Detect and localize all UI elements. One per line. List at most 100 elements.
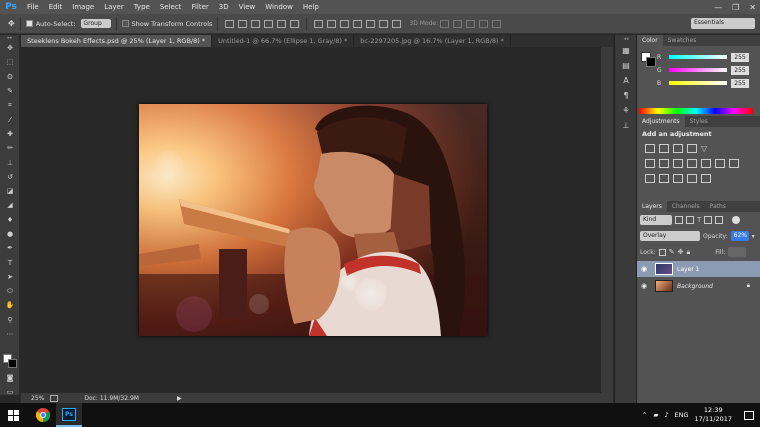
lock-position-icon[interactable]: ✥ — [678, 248, 684, 256]
history-panel-icon[interactable]: ▦ — [615, 43, 637, 58]
menu-select[interactable]: Select — [155, 0, 187, 14]
layer-row[interactable]: ◉ Background 🔒︎ — [637, 278, 760, 294]
filter-shape-icon[interactable] — [704, 216, 713, 224]
align-left-icon[interactable] — [264, 19, 274, 28]
menu-help[interactable]: Help — [298, 0, 324, 14]
brightness-contrast-icon[interactable] — [645, 144, 655, 153]
zoom-level[interactable]: 25% — [31, 395, 44, 402]
dodge-tool-icon[interactable]: ● — [0, 227, 20, 241]
more-tools-icon[interactable]: ⋯ — [0, 327, 20, 341]
clone-stamp-tool-icon[interactable]: ⊥ — [0, 155, 20, 169]
opacity-input[interactable]: 62% — [730, 231, 749, 241]
3d-pan-icon[interactable] — [466, 19, 476, 28]
pen-tool-icon[interactable]: ✒ — [0, 241, 20, 255]
properties-panel-icon[interactable]: ▤ — [615, 58, 637, 73]
photo-filter-icon[interactable] — [701, 159, 711, 168]
auto-align-icon[interactable] — [392, 19, 402, 28]
eye-icon[interactable]: ◉ — [637, 265, 651, 273]
levels-icon[interactable] — [659, 144, 669, 153]
filter-smart-object-icon[interactable] — [715, 216, 724, 224]
chrome-taskbar-button[interactable] — [30, 403, 56, 427]
threshold-icon[interactable] — [673, 174, 683, 183]
distribute-top-icon[interactable] — [314, 19, 324, 28]
layer-row[interactable]: ◉ Layer 1 — [637, 261, 760, 277]
tab-color[interactable]: Color — [637, 35, 663, 46]
align-bottom-icon[interactable] — [251, 19, 261, 28]
align-right-icon[interactable] — [290, 19, 300, 28]
layer-name[interactable]: Layer 1 — [677, 266, 699, 273]
posterize-icon[interactable] — [659, 174, 669, 183]
vibrance-icon[interactable] — [645, 159, 655, 168]
color-spectrum-bar[interactable] — [639, 108, 753, 114]
align-center-icon[interactable] — [277, 19, 287, 28]
filter-toggle-icon[interactable] — [732, 216, 741, 224]
background-color-swatch[interactable] — [8, 359, 17, 368]
gradient-map-icon[interactable] — [701, 174, 711, 183]
eyedropper-tool-icon[interactable]: ⁄ — [0, 112, 20, 126]
paint-bucket-tool-icon[interactable]: ◢ — [0, 198, 20, 212]
tab-document-3[interactable]: bc-2297205.jpg @ 16.7% (Layer 1, RGB/8) … — [354, 35, 511, 47]
tab-document-2[interactable]: Untitled-1 @ 66.7% (Ellipse 1, Gray/8) * — [212, 35, 355, 47]
volume-icon[interactable]: ♪ — [664, 411, 668, 419]
menu-view[interactable]: View — [234, 0, 261, 14]
zoom-tool-icon[interactable]: ⚲ — [0, 313, 20, 327]
paragraph-panel-icon[interactable]: ¶ — [615, 88, 637, 103]
brush-tool-icon[interactable]: ✏ — [0, 141, 20, 155]
align-top-icon[interactable] — [225, 19, 235, 28]
move-tool-icon[interactable]: ✥ — [8, 19, 15, 28]
minimize-button[interactable]: — — [714, 3, 722, 12]
tab-document-1[interactable]: Steeklens Bokeh Effects.psd @ 25% (Layer… — [21, 35, 213, 47]
quick-mask-icon[interactable]: ◙ — [0, 371, 20, 385]
3d-rotate-icon[interactable] — [440, 19, 450, 28]
exposure-icon[interactable] — [687, 144, 697, 153]
language-indicator[interactable]: ENG — [675, 411, 689, 419]
menu-layer[interactable]: Layer — [99, 0, 129, 14]
show-hidden-icons-icon[interactable]: ⌃ — [642, 411, 647, 419]
export-icon[interactable] — [50, 394, 59, 402]
status-menu-arrow-icon[interactable]: ▶ — [177, 395, 182, 402]
menu-3d[interactable]: 3D — [214, 0, 234, 14]
strip-grip[interactable]: ◂◂ — [615, 35, 637, 43]
character-panel-icon[interactable]: A — [615, 73, 637, 88]
distribute-center-icon[interactable] — [366, 19, 376, 28]
background-color-swatch[interactable] — [646, 57, 656, 67]
eraser-tool-icon[interactable]: ◪ — [0, 184, 20, 198]
tab-layers[interactable]: Layers — [637, 201, 667, 212]
tab-adjustments[interactable]: Adjustments — [637, 116, 685, 127]
clock[interactable]: 12:39 17/11/2017 — [695, 406, 732, 424]
green-value[interactable]: 255 — [731, 65, 749, 75]
invert-icon[interactable] — [645, 174, 655, 183]
curves-icon[interactable] — [673, 144, 683, 153]
align-middle-icon[interactable] — [238, 19, 248, 28]
history-brush-tool-icon[interactable]: ↺ — [0, 170, 20, 184]
marquee-tool-icon[interactable]: ⬚ — [0, 55, 20, 69]
menu-type[interactable]: Type — [129, 0, 155, 14]
brush-panel-icon[interactable]: ⚘ — [615, 103, 637, 118]
photoshop-taskbar-button[interactable]: Ps — [56, 403, 82, 427]
3d-slide-icon[interactable] — [479, 19, 489, 28]
distribute-right-icon[interactable] — [379, 19, 389, 28]
color-lookup-icon[interactable] — [729, 159, 739, 168]
blur-tool-icon[interactable]: ♦ — [0, 213, 20, 227]
close-button[interactable]: ✕ — [749, 3, 756, 12]
green-slider[interactable] — [669, 68, 727, 72]
menu-edit[interactable]: Edit — [44, 0, 68, 14]
workspace-dropdown[interactable]: Essentials — [691, 18, 755, 29]
quick-select-tool-icon[interactable]: ✎ — [0, 84, 20, 98]
document-image[interactable] — [139, 104, 487, 336]
menu-image[interactable]: Image — [67, 0, 99, 14]
red-slider[interactable] — [669, 55, 727, 59]
color-balance-icon[interactable] — [673, 159, 683, 168]
auto-select-checkbox[interactable]: Auto-Select: — [25, 20, 76, 28]
fill-input[interactable] — [728, 247, 747, 257]
lock-image-icon[interactable]: ✎ — [669, 248, 675, 256]
lasso-tool-icon[interactable]: ʘ — [0, 70, 20, 84]
hue-saturation-icon[interactable] — [659, 159, 669, 168]
layer-name[interactable]: Background — [677, 283, 713, 290]
menu-filter[interactable]: Filter — [186, 0, 213, 14]
selective-color-icon[interactable] — [687, 174, 697, 183]
opacity-dropdown-icon[interactable]: ▾ — [752, 233, 755, 240]
filter-pixel-icon[interactable] — [675, 216, 683, 224]
distribute-left-icon[interactable] — [353, 19, 363, 28]
filter-adjustment-icon[interactable] — [686, 216, 694, 224]
